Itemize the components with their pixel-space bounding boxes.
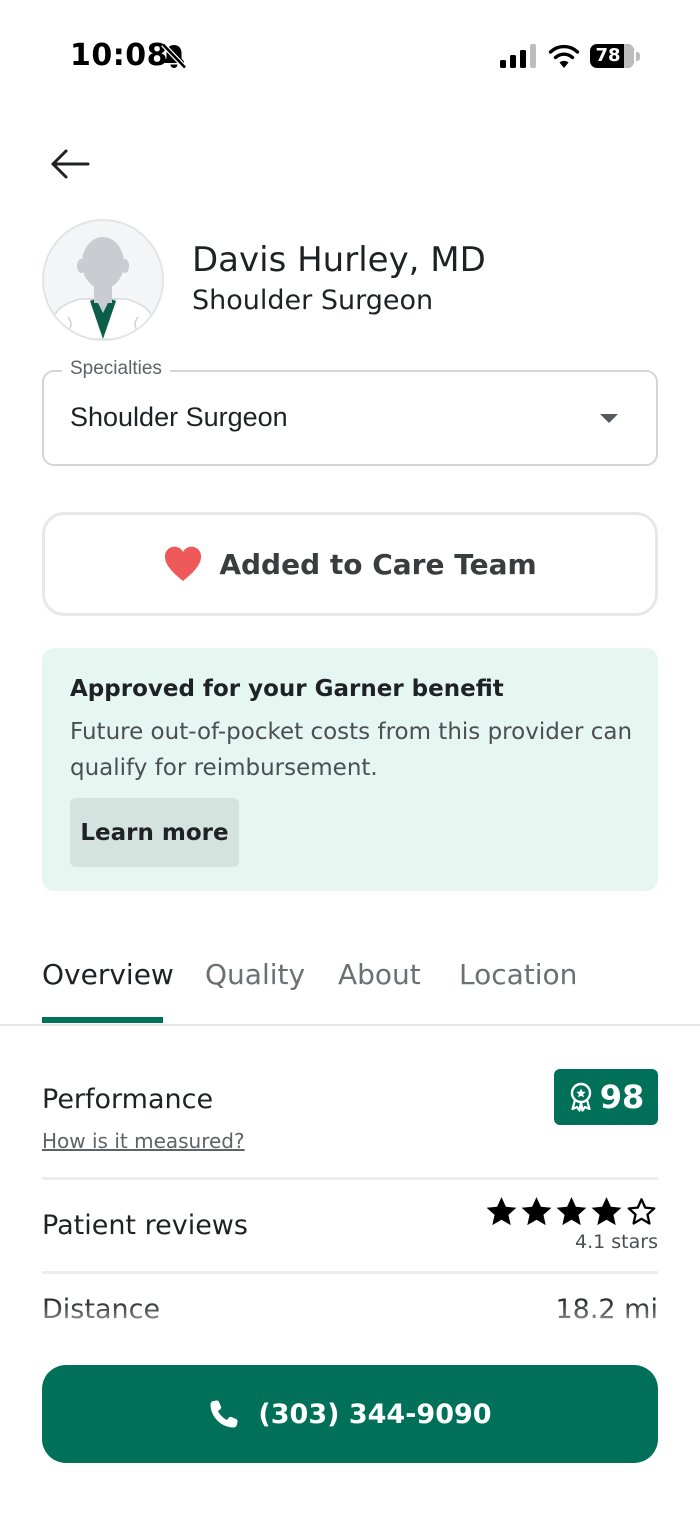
avatar xyxy=(42,219,164,341)
specialties-select[interactable]: Specialties Shoulder Surgeon xyxy=(42,358,658,466)
star-filled-icon xyxy=(556,1197,587,1226)
tab-about[interactable]: About xyxy=(338,958,421,991)
status-time: 10:08 xyxy=(70,38,168,73)
benefit-description: Future out-of-pocket costs from this pro… xyxy=(70,719,633,781)
rating-text: 4.1 stars xyxy=(575,1231,658,1253)
award-ribbon-icon xyxy=(570,1082,591,1112)
provider-name: Davis Hurley, MD xyxy=(192,240,486,280)
status-bar: 10:08 78 xyxy=(0,0,700,110)
call-button-label: (303) 344-9090 xyxy=(258,1398,492,1430)
care-team-label: Added to Care Team xyxy=(219,547,537,581)
star-filled-icon xyxy=(486,1197,517,1226)
battery-level: 78 xyxy=(595,45,621,66)
active-tab-indicator xyxy=(42,1017,163,1023)
how-measured-link[interactable]: How is it measured? xyxy=(42,1129,245,1153)
patient-reviews-label: Patient reviews xyxy=(42,1210,248,1241)
caret-down-icon xyxy=(600,414,618,423)
tab-bar: Overview Quality About Location xyxy=(0,940,700,1026)
star-filled-icon xyxy=(521,1197,552,1226)
star-outline-icon xyxy=(627,1198,656,1225)
performance-score-badge: 98 xyxy=(554,1069,658,1125)
battery-icon: 78 xyxy=(590,42,640,70)
tab-overview[interactable]: Overview xyxy=(42,958,174,991)
heart-icon xyxy=(165,546,202,581)
distance-label: Distance xyxy=(42,1294,161,1325)
divider xyxy=(42,1177,658,1180)
care-team-button[interactable]: Added to Care Team xyxy=(42,512,658,616)
specialties-selected-value: Shoulder Surgeon xyxy=(70,402,288,432)
back-button[interactable] xyxy=(44,140,96,188)
doctor-avatar-icon xyxy=(51,237,155,339)
benefit-title: Approved for your Garner benefit xyxy=(70,676,504,702)
performance-label: Performance xyxy=(42,1084,214,1115)
cellular-signal-icon xyxy=(500,44,536,68)
star-rating xyxy=(484,1195,659,1229)
wifi-icon xyxy=(548,44,580,68)
learn-more-label: Learn more xyxy=(80,819,229,846)
specialties-label: Specialties xyxy=(62,358,170,380)
benefit-card: Approved for your Garner benefit Future … xyxy=(42,648,658,891)
divider xyxy=(42,1271,658,1274)
learn-more-button[interactable]: Learn more xyxy=(70,798,239,867)
phone-icon xyxy=(210,1400,238,1428)
star-filled-icon xyxy=(591,1197,622,1226)
provider-specialty: Shoulder Surgeon xyxy=(192,285,434,316)
arrow-left-icon xyxy=(51,149,90,179)
tab-quality[interactable]: Quality xyxy=(205,958,305,991)
bell-slash-icon xyxy=(161,42,187,70)
call-button[interactable]: (303) 344-9090 xyxy=(42,1365,658,1463)
performance-score: 98 xyxy=(599,1078,645,1116)
distance-value: 18.2 mi xyxy=(555,1294,658,1325)
tab-location[interactable]: Location xyxy=(459,958,577,991)
